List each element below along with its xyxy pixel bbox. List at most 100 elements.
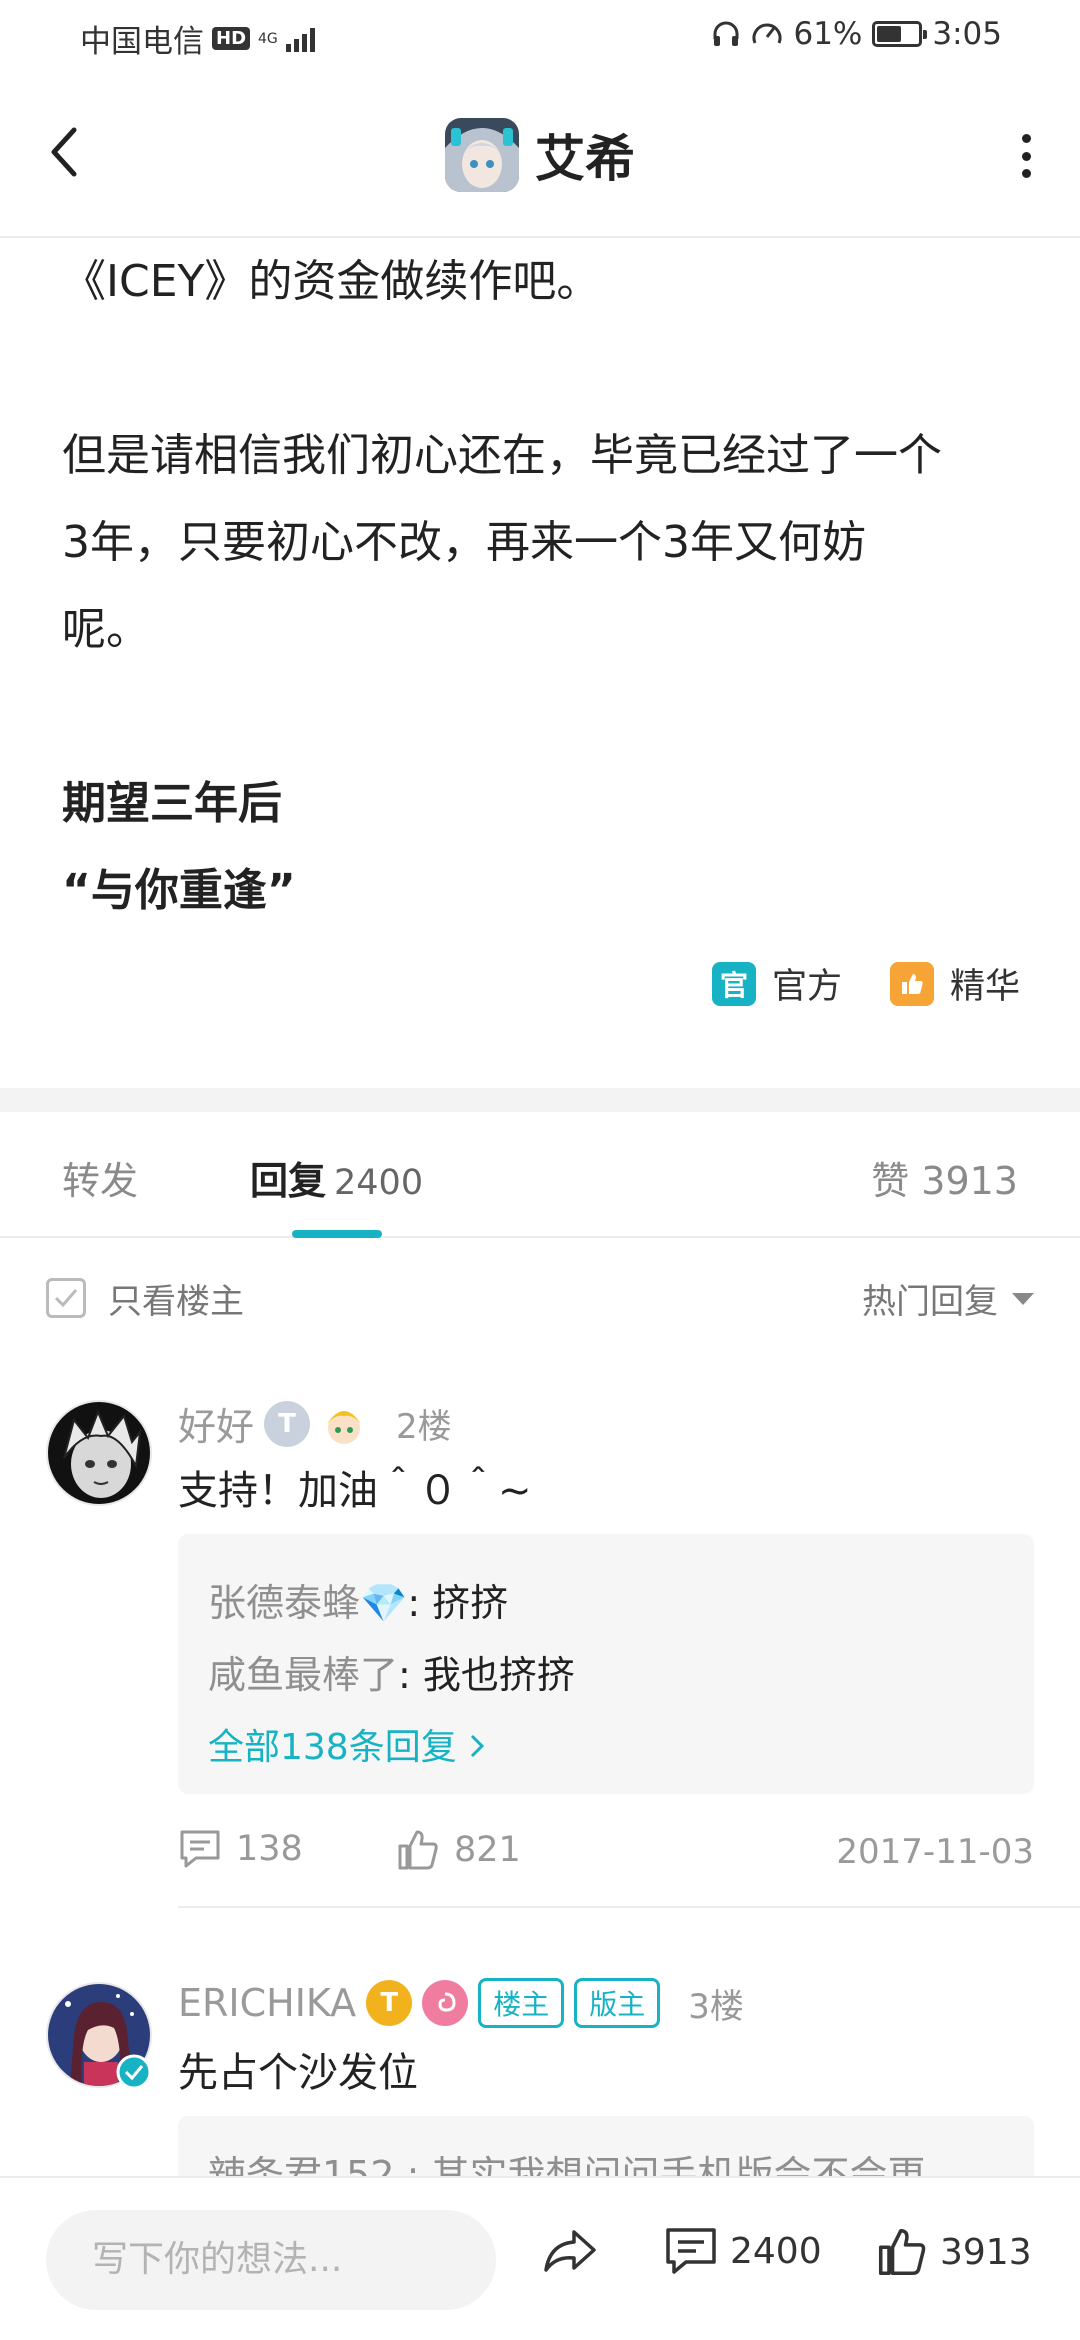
username[interactable]: 好好 — [178, 1396, 254, 1451]
chevron-right-icon — [471, 1734, 485, 1758]
comment-item: ERICHIKA T 楼主 版主 3楼 先占个沙发位 辣条君152 : 其实我想… — [0, 1968, 1080, 2178]
comment-item: 好好 T 2楼 支持！加油＾０＾~ 张德泰蜂💎: 挤挤 咸鱼最棒了: 我也挤挤 … — [0, 1396, 1080, 1916]
anime-badge-icon — [326, 1410, 363, 1444]
view-all-replies-link[interactable]: 全部138条回复 — [208, 1718, 486, 1770]
sort-dropdown[interactable]: 热门回复 — [862, 1274, 1034, 1323]
sub-reply: 张德泰蜂💎: 挤挤 — [208, 1572, 508, 1627]
sub-reply-username[interactable]: 咸鱼最棒了 — [208, 1653, 398, 1697]
sort-label: 热门回复 — [862, 1282, 998, 1322]
post-line: 呢。 — [62, 604, 150, 655]
post-line: 但是请相信我们初心还在，毕竟已经过了一个 — [62, 430, 942, 481]
post-tags: 官 官方 精华 — [711, 958, 1020, 1009]
post-line: 《ICEY》的资金做续作吧。 — [62, 256, 601, 307]
top-nav-bar: 艾希 — [0, 72, 1080, 238]
post-line-bold: 期望三年后 — [62, 778, 282, 829]
sub-replies-box[interactable]: 张德泰蜂💎: 挤挤 咸鱼最棒了: 我也挤挤 全部138条回复 — [178, 1534, 1034, 1794]
clock: 3:05 — [932, 16, 1002, 52]
reply-tabs: 转发 回复 2400 赞 3913 — [0, 1112, 1080, 1238]
sub-reply-username[interactable]: 张德泰蜂💎 — [208, 1581, 407, 1625]
thumbs-up-icon — [398, 1830, 438, 1870]
sub-reply: 辣条君152 : 其实我想问问手机版会不会更 — [208, 2153, 926, 2178]
headphones-icon — [713, 21, 739, 46]
thumbs-up-badge-icon — [889, 961, 934, 1006]
more-options-button[interactable] — [1016, 134, 1036, 178]
post-line-blank — [62, 673, 1032, 760]
verified-badge-icon — [116, 2054, 152, 2090]
reply-count: 138 — [236, 1829, 303, 1869]
featured-tag: 精华 — [889, 958, 1020, 1009]
status-left: 中国电信 HD 4G — [80, 16, 315, 61]
comment-input[interactable]: 写下你的想法... — [46, 2210, 496, 2310]
sub-reply-text: : 挤挤 — [407, 1581, 509, 1625]
divider — [178, 1906, 1080, 1908]
post-line: 3年，只要初心不改，再来一个3年又何妨 — [62, 517, 866, 568]
comment-count: 2400 — [730, 2230, 822, 2272]
dot-icon — [1021, 134, 1031, 143]
battery-percent: 61% — [793, 16, 863, 52]
only-op-checkbox[interactable] — [46, 1278, 86, 1318]
comment-actions: 138 821 2017-11-03 — [178, 1828, 1034, 1888]
comments-button[interactable]: 2400 — [664, 2226, 822, 2276]
post-content: 《ICEY》的资金做续作吧。 但是请相信我们初心还在，毕竟已经过了一个 3年，只… — [62, 238, 1032, 934]
floor-number: 3楼 — [688, 1986, 744, 2027]
like-button[interactable]: 821 — [396, 1828, 521, 1872]
carrier-label: 中国电信 — [80, 24, 204, 60]
check-icon — [54, 1289, 78, 1308]
sub-reply: 咸鱼最棒了: 我也挤挤 — [208, 1644, 575, 1699]
like-count: 821 — [454, 1830, 521, 1870]
mod-role-badge: 版主 — [574, 1978, 661, 2028]
active-tab-indicator — [292, 1230, 382, 1238]
network-type: 4G — [258, 30, 278, 47]
tab-repost[interactable]: 转发 — [62, 1150, 138, 1205]
avatar[interactable] — [46, 1400, 152, 1506]
dropdown-arrow-icon — [1012, 1292, 1034, 1305]
comment-header: ERICHIKA T 楼主 版主 3楼 — [178, 1978, 744, 2028]
post-line-bold: “与你重逢” — [62, 865, 296, 916]
tab-reply-count: 2400 — [334, 1163, 424, 1203]
dot-icon — [1021, 169, 1031, 178]
level-badge-icon: T — [264, 1400, 311, 1447]
spiral-badge-icon — [422, 1980, 469, 2026]
comment-icon — [666, 2228, 716, 2274]
tab-like-label: 赞 — [871, 1159, 910, 1203]
comment-icon — [180, 1830, 220, 1868]
tab-like[interactable]: 赞 3913 — [871, 1150, 1018, 1205]
filter-row: 只看楼主 热门回复 — [0, 1268, 1080, 1328]
sub-replies-box[interactable]: 辣条君152 : 其实我想问问手机版会不会更 — [178, 2116, 1034, 2178]
official-tag: 官 官方 — [711, 958, 842, 1009]
username[interactable]: ERICHIKA — [178, 1981, 356, 2025]
signal-icon — [285, 26, 315, 52]
page-title: 艾希 — [535, 130, 635, 188]
sub-reply-text: : 我也挤挤 — [398, 1653, 575, 1697]
title-group: 艾希 — [0, 118, 1080, 192]
share-button[interactable] — [542, 2226, 598, 2276]
floor-number: 2楼 — [396, 1407, 452, 1447]
dot-icon — [1021, 151, 1031, 161]
bottom-action-bar: 写下你的想法... 2400 3913 — [0, 2176, 1080, 2340]
comment-body: 支持！加油＾０＾~ — [178, 1468, 532, 1514]
like-post-button[interactable]: 3913 — [876, 2226, 1032, 2278]
share-icon — [544, 2230, 596, 2272]
battery-icon — [872, 21, 928, 47]
post-line-blank — [62, 325, 1032, 412]
comment-body: 先占个沙发位 — [178, 2050, 418, 2096]
only-op-label[interactable]: 只看楼主 — [108, 1274, 244, 1323]
hd-badge: HD — [212, 27, 251, 50]
status-bar: 中国电信 HD 4G 61% 3:05 — [0, 0, 1080, 72]
tab-reply[interactable]: 回复 2400 — [250, 1150, 423, 1205]
tab-like-count: 3913 — [921, 1159, 1018, 1203]
like-count: 3913 — [940, 2231, 1032, 2273]
tab-reply-label: 回复 — [250, 1159, 327, 1203]
speedometer-icon — [752, 23, 782, 44]
thumbs-up-icon — [878, 2228, 926, 2276]
official-label: 官方 — [771, 967, 842, 1007]
official-badge-icon: 官 — [711, 961, 756, 1006]
game-avatar-icon — [445, 118, 519, 192]
comment-date: 2017-11-03 — [836, 1832, 1034, 1872]
featured-label: 精华 — [949, 967, 1020, 1007]
level-badge-icon: T — [366, 1980, 413, 2026]
comment-header: 好好 T 2楼 — [178, 1396, 452, 1451]
reply-button[interactable]: 138 — [178, 1828, 303, 1870]
section-separator — [0, 1088, 1080, 1112]
status-right: 61% 3:05 — [711, 16, 1002, 52]
